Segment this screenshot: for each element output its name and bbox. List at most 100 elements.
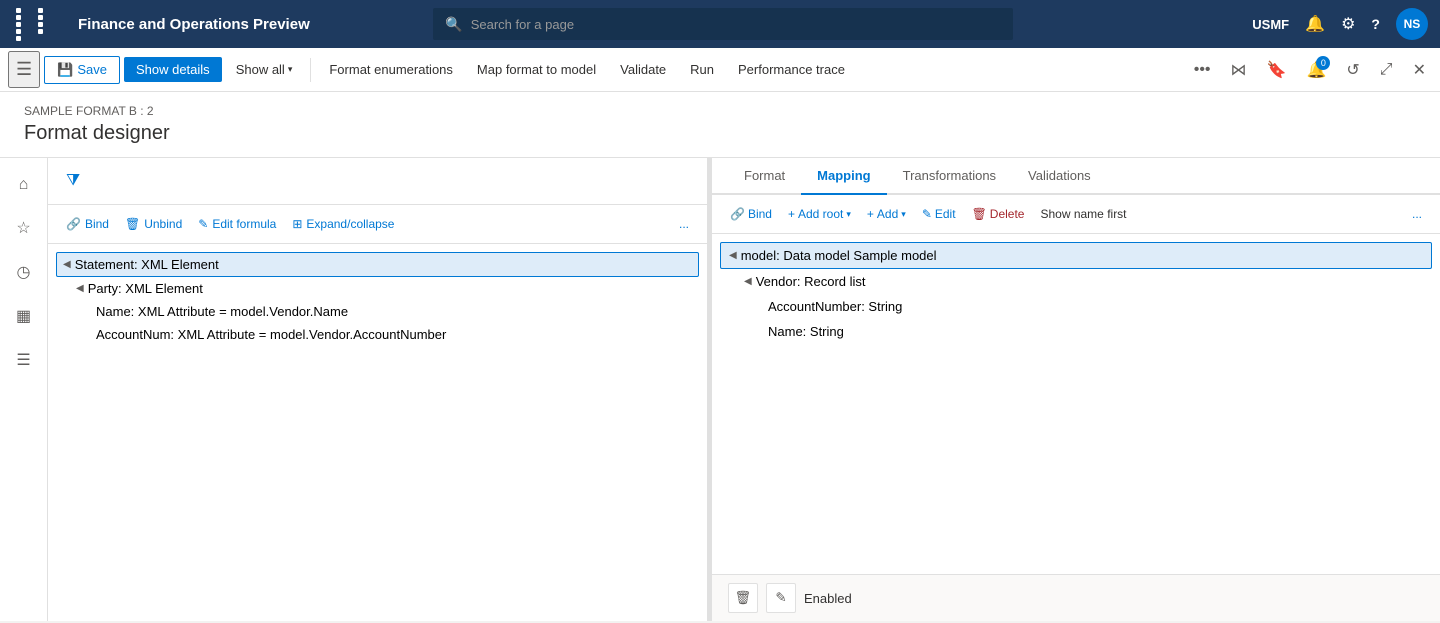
right-bind-button[interactable]: 🔗 Bind (724, 203, 778, 225)
tab-validations[interactable]: Validations (1012, 158, 1107, 195)
nav-right: USMF 🔔 ⚙ ? NS (1252, 8, 1428, 40)
link-icon: 🔗 (66, 217, 81, 231)
right-tree: ◀ model: Data model Sample model ◀ Vendo… (712, 234, 1440, 574)
chevron-down-icon: ▾ (846, 209, 851, 220)
tree-item[interactable]: AccountNum: XML Attribute = model.Vendor… (56, 323, 699, 346)
tree-item-label: Name: XML Attribute = model.Vendor.Name (96, 304, 348, 319)
tree-item[interactable]: ◀ Statement: XML Element (56, 252, 699, 277)
right-tree-item-label: model: Data model Sample model (741, 248, 937, 263)
add-icon: + (867, 207, 874, 221)
collapse-icon[interactable]: ◀ (76, 283, 84, 294)
app-title: Finance and Operations Preview (78, 16, 310, 33)
refresh-button[interactable]: ↺ (1340, 54, 1365, 86)
open-in-new-button[interactable]: ⤢ (1374, 55, 1399, 85)
edit-icon: ✎ (198, 217, 208, 231)
show-name-first-button[interactable]: Show name first (1034, 203, 1132, 225)
save-button[interactable]: 💾 Save (44, 56, 120, 84)
help-icon[interactable]: ? (1371, 16, 1380, 32)
right-toolbar: 🔗 Bind + Add root ▾ + Add ▾ ✎ Edit 🗑 Del… (712, 195, 1440, 234)
avatar[interactable]: NS (1396, 8, 1428, 40)
settings-icon[interactable]: ⚙ (1341, 14, 1355, 34)
filter-icon-btn[interactable]: ⧩ (60, 166, 86, 196)
unbind-icon: 🗑 (125, 217, 140, 231)
right-tree-item[interactable]: AccountNumber: String (720, 294, 1432, 319)
collapse-icon[interactable]: ◀ (729, 250, 737, 261)
validate-button[interactable]: Validate (610, 57, 676, 82)
right-link-icon: 🔗 (730, 207, 745, 221)
left-filter-row: ⧩ (48, 158, 707, 205)
map-format-to-model-button[interactable]: Map format to model (467, 57, 606, 82)
tree-item[interactable]: ◀ Party: XML Element (56, 277, 699, 300)
expand-icon: ⊞ (292, 217, 302, 231)
page-title: Format designer (24, 122, 1416, 145)
edit-button[interactable]: ✎ Edit (916, 203, 962, 225)
bottom-edit-button[interactable]: ✎ (766, 583, 796, 613)
sidebar-grid-icon[interactable]: ▦ (6, 296, 41, 336)
left-tree: ◀ Statement: XML Element ◀ Party: XML El… (48, 244, 707, 621)
connections-icon[interactable]: ⋈ (1225, 54, 1253, 86)
save-icon: 💾 (57, 62, 73, 78)
sidebar-icons: ⌂ ☆ ◷ ▦ ☰ (0, 158, 48, 621)
chevron-down-icon: ▾ (901, 209, 906, 220)
notifications-button[interactable]: 🔔 0 (1300, 54, 1332, 86)
delete-button[interactable]: 🗑 Delete (966, 203, 1031, 225)
separator (310, 58, 311, 82)
right-more-button[interactable]: ... (1406, 203, 1428, 225)
right-tree-item-label: Vendor: Record list (756, 274, 866, 289)
bottom-bar: 🗑 ✎ Enabled (712, 574, 1440, 621)
app-grid-icon[interactable] (12, 4, 62, 45)
collapse-icon[interactable]: ◀ (744, 276, 752, 287)
close-button[interactable]: ✕ (1407, 54, 1432, 86)
show-all-button[interactable]: Show all ▾ (226, 57, 303, 82)
tab-mapping[interactable]: Mapping (801, 158, 886, 195)
right-tree-item-label: AccountNumber: String (768, 299, 902, 314)
tabs: Format Mapping Transformations Validatio… (712, 158, 1440, 195)
run-button[interactable]: Run (680, 57, 724, 82)
right-panel: Format Mapping Transformations Validatio… (712, 158, 1440, 621)
sidebar-home-icon[interactable]: ⌂ (9, 166, 39, 204)
expand-collapse-button[interactable]: ⊞ Expand/collapse (286, 213, 400, 235)
right-tree-item[interactable]: Name: String (720, 319, 1432, 344)
chevron-down-icon: ▾ (288, 64, 293, 75)
show-details-button[interactable]: Show details (124, 57, 222, 82)
add-root-button[interactable]: + Add root ▾ (782, 203, 857, 225)
bottom-trash-button[interactable]: 🗑 (728, 583, 758, 613)
notification-badge: 0 (1316, 56, 1330, 70)
enabled-label: Enabled (804, 591, 852, 606)
add-button[interactable]: + Add ▾ (861, 203, 912, 225)
right-tree-item[interactable]: ◀ model: Data model Sample model (720, 242, 1432, 269)
tree-item-label: Statement: XML Element (75, 257, 219, 272)
search-bar[interactable]: 🔍 (433, 8, 1013, 40)
more-options-button[interactable]: ••• (1188, 55, 1217, 85)
sidebar-star-icon[interactable]: ☆ (6, 208, 40, 248)
bell-icon[interactable]: 🔔 (1305, 14, 1325, 34)
tree-item[interactable]: Name: XML Attribute = model.Vendor.Name (56, 300, 699, 323)
collapse-icon[interactable]: ◀ (63, 259, 71, 270)
main-content: ⌂ ☆ ◷ ▦ ☰ ⧩ 🔗 Bind 🗑 Unbind ✎ Edit formu… (0, 158, 1440, 621)
unbind-button[interactable]: 🗑 Unbind (119, 213, 188, 235)
left-panel: ⧩ 🔗 Bind 🗑 Unbind ✎ Edit formula ⊞ Expan… (48, 158, 708, 621)
tab-transformations[interactable]: Transformations (887, 158, 1012, 195)
delete-trash-icon: 🗑 (972, 207, 987, 221)
right-tree-item-label: Name: String (768, 324, 844, 339)
edit-formula-button[interactable]: ✎ Edit formula (192, 213, 282, 235)
action-bar-right: ••• ⋈ 🔖 🔔 0 ↺ ⤢ ✕ (1188, 54, 1432, 86)
sidebar-list-icon[interactable]: ☰ (6, 340, 40, 380)
search-input[interactable] (471, 17, 1002, 32)
search-icon: 🔍 (445, 16, 462, 33)
left-more-button[interactable]: ... (673, 213, 695, 235)
page-header: SAMPLE FORMAT B : 2 Format designer (0, 92, 1440, 158)
sidebar-clock-icon[interactable]: ◷ (7, 252, 41, 292)
tree-item-label: AccountNum: XML Attribute = model.Vendor… (96, 327, 446, 342)
top-nav: Finance and Operations Preview 🔍 USMF 🔔 … (0, 0, 1440, 48)
tab-format[interactable]: Format (728, 158, 801, 195)
bookmark-icon[interactable]: 🔖 (1261, 54, 1293, 86)
left-toolbar: 🔗 Bind 🗑 Unbind ✎ Edit formula ⊞ Expand/… (48, 205, 707, 244)
tree-item-label: Party: XML Element (88, 281, 203, 296)
right-tree-item[interactable]: ◀ Vendor: Record list (720, 269, 1432, 294)
bind-button[interactable]: 🔗 Bind (60, 213, 115, 235)
format-enumerations-button[interactable]: Format enumerations (319, 57, 463, 82)
org-label: USMF (1252, 17, 1289, 32)
hamburger-menu[interactable]: ☰ (8, 51, 40, 88)
performance-trace-button[interactable]: Performance trace (728, 57, 855, 82)
